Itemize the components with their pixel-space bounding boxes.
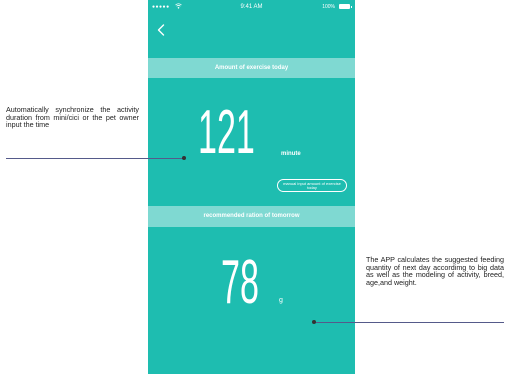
annotation-left: Automatically synchronize the activity d… — [6, 105, 139, 130]
chevron-left-icon — [157, 24, 165, 36]
ration-banner: recommended ration of tomorrow — [148, 206, 355, 227]
annotation-right: The APP calculates the suggested feeding… — [366, 255, 504, 287]
annotation-left-dot — [182, 156, 186, 160]
battery-icon — [339, 4, 352, 9]
battery-percent: 100% — [322, 4, 335, 10]
ration-unit: g — [279, 297, 283, 304]
manual-input-button[interactable]: manual input amount of exercise today — [277, 179, 347, 192]
exercise-value: 121 — [198, 98, 255, 167]
annotation-left-line — [6, 158, 184, 159]
annotation-right-dot — [312, 320, 316, 324]
ration-value: 78 — [221, 248, 259, 317]
annotation-right-line — [314, 322, 504, 323]
exercise-banner: Amount of exercise today — [148, 58, 355, 78]
phone-screen: ●●●●● 9:41 AM 100% Amount of exercise to… — [148, 0, 355, 374]
back-button[interactable] — [152, 20, 170, 40]
status-bar: ●●●●● 9:41 AM 100% — [148, 0, 355, 14]
exercise-unit: minute — [281, 151, 301, 157]
